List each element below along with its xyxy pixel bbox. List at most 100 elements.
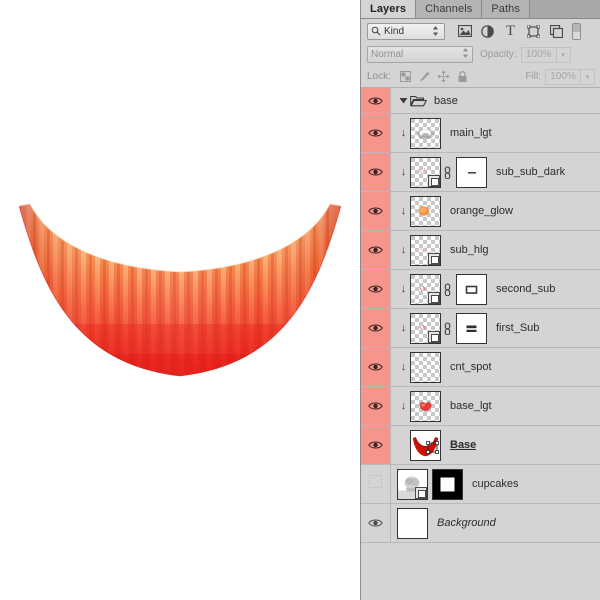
layer-thumbnail-cupcakes[interactable] [397, 468, 428, 500]
chevron-updown-icon-blend[interactable] [462, 47, 469, 62]
layer-thumbnail-main-lgt[interactable] [410, 117, 441, 149]
layer-body-cnt-spot[interactable]: ↓ cnt_spot [391, 348, 600, 386]
visibility-toggle-base-group[interactable] [361, 88, 391, 113]
layer-body-cupcakes[interactable]: cupcakes [391, 465, 600, 503]
visibility-toggle-cnt-spot[interactable] [361, 348, 391, 386]
visibility-toggle-orange-glow[interactable] [361, 192, 391, 230]
chevron-updown-icon[interactable] [432, 25, 439, 37]
clipping-mask-arrow-icon: ↓ [400, 399, 407, 412]
layer-thumbnail-sub-sub-dark[interactable] [410, 156, 441, 188]
layer-body-orange-glow[interactable]: ↓ orange_glow [391, 192, 600, 230]
filter-toggle-switch[interactable] [572, 22, 581, 40]
visibility-toggle-first-sub[interactable] [361, 309, 391, 347]
layer-style-badge-icon [428, 174, 440, 187]
layer-body-sub-sub-dark[interactable]: ↓ sub_sub_dark [391, 153, 600, 191]
tab-paths[interactable]: Paths [482, 0, 530, 18]
visibility-toggle-second-sub[interactable] [361, 270, 391, 308]
layer-row-first-sub[interactable]: ↓ first_Sub [361, 309, 600, 348]
document-canvas[interactable] [0, 0, 360, 600]
mask-link-icon[interactable] [441, 282, 454, 296]
eye-icon [368, 129, 383, 137]
layer-row-cnt-spot[interactable]: ↓ cnt_spot [361, 348, 600, 387]
layer-thumbnail-sub-hlg[interactable] [410, 234, 441, 266]
smart-object-filter-icon[interactable] [545, 21, 568, 41]
layer-row-base[interactable]: Base [361, 426, 600, 465]
cupcake-liner-artwork [12, 196, 348, 412]
layer-name-cnt-spot: cnt_spot [450, 361, 492, 373]
layer-body-main-lgt[interactable]: ↓ main_lgt [391, 114, 600, 152]
visibility-toggle-sub-hlg[interactable] [361, 231, 391, 269]
shape-layer-filter-icon[interactable] [522, 21, 545, 41]
layer-body-background[interactable]: Background [391, 504, 600, 542]
opacity-input[interactable]: 100% [520, 46, 557, 63]
layer-list[interactable]: base ↓ main_lgt ↓ sub_sub_dark ↓ orange_… [361, 88, 600, 600]
lock-transparent-pixels-icon[interactable] [396, 69, 415, 85]
vector-transform-badge-icon [426, 440, 439, 459]
folder-icon [410, 94, 427, 107]
visibility-toggle-background[interactable] [361, 504, 391, 542]
visibility-toggle-base[interactable] [361, 426, 391, 464]
layer-thumbnail-orange-glow[interactable] [410, 195, 441, 227]
layer-row-cupcakes[interactable]: cupcakes [361, 465, 600, 504]
lock-all-icon[interactable] [453, 69, 472, 85]
layer-mask-thumbnail-first-sub[interactable] [456, 312, 487, 344]
layer-name-sub-sub-dark: sub_sub_dark [496, 166, 566, 178]
layer-name-second-sub: second_sub [496, 283, 556, 295]
layer-row-main-lgt[interactable]: ↓ main_lgt [361, 114, 600, 153]
visibility-toggle-sub-sub-dark[interactable] [361, 153, 391, 191]
tab-channels[interactable]: Channels [416, 0, 483, 18]
layer-row-second-sub[interactable]: ↓ second_sub [361, 270, 600, 309]
blend-mode-select[interactable]: Normal [367, 46, 473, 63]
layer-mask-thumbnail-second-sub[interactable] [456, 273, 487, 305]
layer-row-background[interactable]: Background [361, 504, 600, 543]
layer-name-first-sub: first_Sub [496, 322, 540, 334]
layer-thumbnail-background[interactable] [397, 507, 428, 539]
opacity-dropdown-arrow[interactable]: ▾ [556, 46, 571, 63]
visibility-toggle-main-lgt[interactable] [361, 114, 391, 152]
layer-mask-thumbnail-cupcakes[interactable] [432, 468, 463, 500]
layer-mask-thumbnail-sub-sub-dark[interactable] [456, 156, 487, 188]
layer-row-orange-glow[interactable]: ↓ orange_glow [361, 192, 600, 231]
fill-dropdown-arrow[interactable]: ▾ [581, 68, 595, 85]
layer-row-base-lgt[interactable]: ↓ base_lgt [361, 387, 600, 426]
group-disclosure-triangle-icon[interactable] [397, 96, 410, 105]
tab-layers[interactable]: Layers [361, 0, 417, 18]
visibility-toggle-cupcakes[interactable] [361, 465, 391, 503]
fill-input[interactable]: 100% [545, 68, 581, 85]
layer-body-base-group[interactable]: base [391, 88, 600, 113]
layer-thumbnail-second-sub[interactable] [410, 273, 441, 305]
smart-object-badge-icon [415, 486, 427, 499]
layer-name-base-lgt: base_lgt [450, 400, 492, 412]
clipping-mask-arrow-icon: ↓ [400, 282, 407, 295]
layer-name-main-lgt: main_lgt [450, 127, 492, 139]
mask-link-icon[interactable] [441, 165, 454, 179]
layer-body-base-lgt[interactable]: ↓ base_lgt [391, 387, 600, 425]
layers-panel: Layers Channels Paths Kind T Normal Opac… [360, 0, 600, 600]
layer-body-base[interactable]: Base [391, 426, 600, 464]
layer-row-sub-sub-dark[interactable]: ↓ sub_sub_dark [361, 153, 600, 192]
layer-thumbnail-cnt-spot[interactable] [410, 351, 441, 383]
filter-kind-select[interactable]: Kind [367, 22, 445, 40]
eye-icon [368, 246, 383, 254]
pixel-layer-filter-icon[interactable] [453, 21, 476, 41]
layer-row-sub-hlg[interactable]: ↓ sub_hlg [361, 231, 600, 270]
layer-thumbnail-base-lgt[interactable] [410, 390, 441, 422]
clipping-mask-arrow-icon: ↓ [400, 321, 407, 334]
lock-position-icon[interactable] [434, 69, 453, 85]
layer-name-base[interactable]: Base [450, 439, 476, 451]
layer-thumbnail-first-sub[interactable] [410, 312, 441, 344]
layer-body-sub-hlg[interactable]: ↓ sub_hlg [391, 231, 600, 269]
type-layer-filter-icon[interactable]: T [499, 21, 522, 41]
layer-body-first-sub[interactable]: ↓ first_Sub [391, 309, 600, 347]
lock-image-pixels-icon[interactable] [415, 69, 434, 85]
mask-link-icon[interactable] [441, 321, 454, 335]
visibility-toggle-base-lgt[interactable] [361, 387, 391, 425]
layer-style-badge-icon [428, 291, 440, 304]
layer-thumbnail-base[interactable] [410, 429, 441, 461]
eye-icon [368, 97, 383, 104]
eye-icon [368, 519, 383, 527]
layer-body-second-sub[interactable]: ↓ second_sub [391, 270, 600, 308]
clipping-mask-arrow-icon: ↓ [400, 126, 407, 139]
adjustment-layer-filter-icon[interactable] [476, 21, 499, 41]
layer-row-base-group[interactable]: base [361, 88, 600, 114]
